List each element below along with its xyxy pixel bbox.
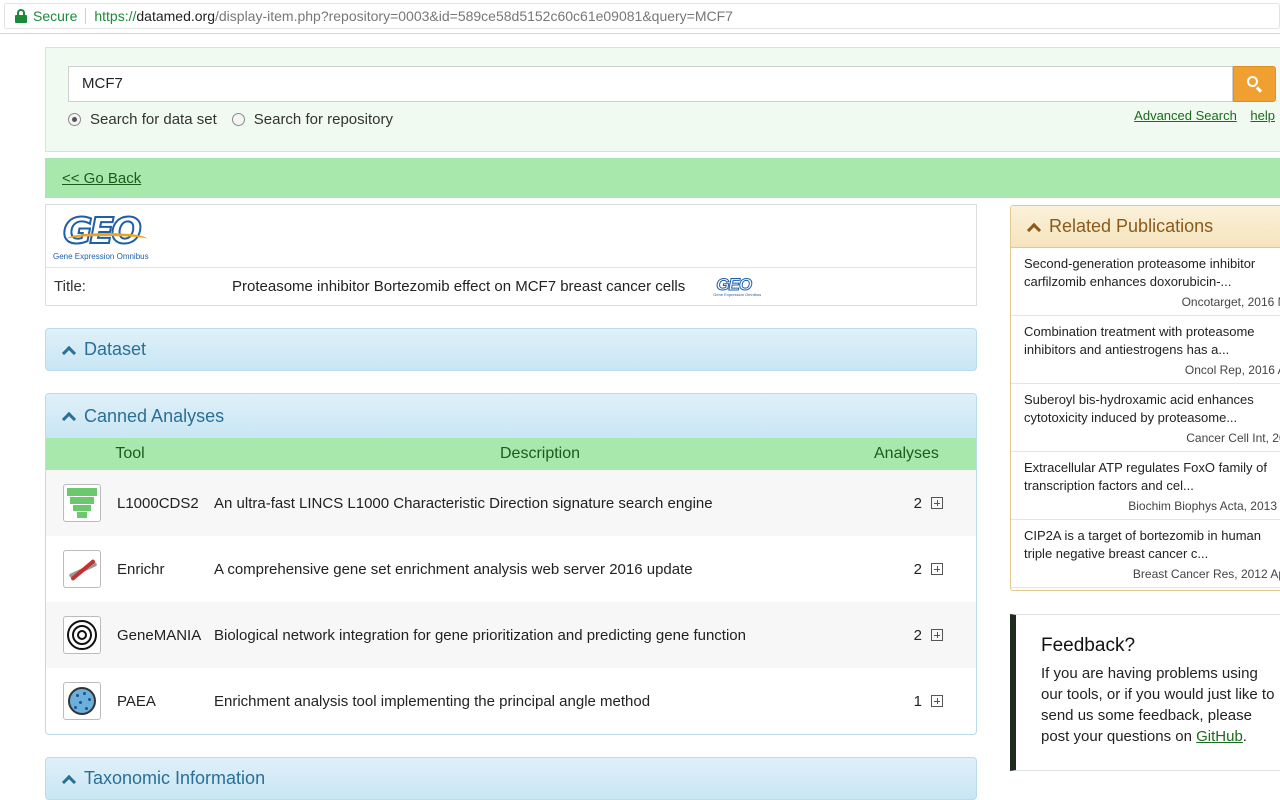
lock-icon — [15, 9, 27, 23]
analyses-count: 2 — [913, 560, 922, 578]
table-row: GeneMANIA Biological network integration… — [46, 602, 976, 668]
radio-dataset-label[interactable]: Search for data set — [90, 111, 217, 128]
related-publications-header[interactable]: Related Publications — [1011, 206, 1280, 248]
publication-meta: Breast Cancer Res, 2012 Apr 2 — [1132, 567, 1280, 581]
browser-address-bar: Secure https://datamed.org/display-item.… — [0, 0, 1280, 34]
l1000cds2-icon[interactable] — [63, 484, 101, 522]
section-dataset[interactable]: Dataset — [45, 328, 977, 371]
table-row: PAEA Enrichment analysis tool implementi… — [46, 668, 976, 734]
expand-plus-icon[interactable] — [931, 629, 943, 641]
publication-meta: Oncotarget, 2016 Nov — [1181, 295, 1280, 309]
section-dataset-title: Dataset — [84, 339, 147, 359]
table-header: Tool Description Analyses — [46, 438, 976, 470]
column-tool: Tool — [115, 445, 145, 462]
secure-label: Secure — [33, 8, 78, 24]
help-link[interactable]: help — [1250, 108, 1275, 123]
tool-name[interactable]: Enrichr — [101, 561, 214, 578]
radio-repository-label[interactable]: Search for repository — [254, 111, 393, 128]
column-analyses: Analyses — [874, 445, 939, 462]
go-back-bar: << Go Back — [45, 158, 1280, 198]
github-link[interactable]: GitHub — [1196, 728, 1243, 745]
url-path: /display-item.php?repository=0003&id=589… — [215, 8, 733, 24]
url-scheme: https:// — [94, 8, 137, 24]
tool-description: Biological network integration for gene … — [214, 626, 746, 644]
title-label: Title: — [54, 278, 86, 295]
chevron-up-icon — [61, 345, 77, 360]
related-publications-panel: Related Publications Second-generation p… — [1010, 205, 1280, 591]
tool-name[interactable]: L1000CDS2 — [101, 495, 214, 512]
url-host: datamed.org — [136, 8, 215, 24]
chevron-up-icon — [61, 411, 77, 427]
analyses-count: 2 — [913, 626, 922, 644]
publication-item[interactable]: Suberoyl bis-hydroxamic acid enhances cy… — [1011, 384, 1280, 452]
enrichr-icon[interactable] — [63, 550, 101, 588]
radio-repository[interactable] — [231, 113, 245, 126]
tool-description: A comprehensive gene set enrichment anal… — [214, 560, 693, 578]
genemania-icon[interactable] — [63, 616, 101, 654]
radio-dataset[interactable] — [68, 113, 81, 126]
search-icon — [1246, 76, 1263, 93]
go-back-link[interactable]: << Go Back — [62, 170, 141, 187]
tool-description: An ultra-fast LINCS L1000 Characteristic… — [214, 494, 713, 512]
publication-meta: Cancer Cell Int, 2014 — [1186, 431, 1280, 445]
section-canned-analyses: Canned Analyses Tool Description Analyse… — [45, 393, 977, 735]
publication-meta: Biochim Biophys Acta, 2013 Oct — [1128, 499, 1280, 513]
analyses-count: 2 — [913, 494, 922, 512]
publication-title[interactable]: Second-generation proteasome inhibitor c… — [1024, 255, 1274, 291]
publication-title[interactable]: Extracellular ATP regulates FoxO family … — [1024, 459, 1274, 495]
geo-logo-letters: GEO — [62, 210, 143, 253]
title-value: Proteasome inhibitor Bortezomib effect o… — [232, 278, 686, 295]
canned-analyses-header[interactable]: Canned Analyses — [46, 394, 976, 438]
publication-item[interactable]: CIP2A is a target of bortezomib in human… — [1011, 520, 1280, 588]
chevron-up-icon — [1026, 222, 1042, 237]
publication-title[interactable]: CIP2A is a target of bortezomib in human… — [1024, 527, 1274, 563]
table-row: Enrichr A comprehensive gene set enrichm… — [46, 536, 976, 602]
search-panel: MCF7 Search for data set Search for repo… — [45, 47, 1280, 152]
publication-title[interactable]: Combination treatment with proteasome in… — [1024, 323, 1274, 359]
search-button[interactable] — [1233, 66, 1276, 102]
title-row: Title: Proteasome inhibitor Bortezomib e… — [46, 267, 976, 305]
chevron-up-icon — [61, 774, 77, 789]
tool-description: Enrichment analysis tool implementing th… — [214, 692, 651, 710]
geo-mini-logo: GEO Gene Expression Omnibus — [713, 274, 762, 297]
search-input[interactable]: MCF7 — [68, 66, 1233, 102]
publication-item[interactable]: Extracellular ATP regulates FoxO family … — [1011, 452, 1280, 520]
tool-name[interactable]: PAEA — [101, 693, 214, 710]
canned-analyses-title: Canned Analyses — [84, 405, 225, 426]
advanced-search-link[interactable]: Advanced Search — [1134, 108, 1237, 123]
feedback-text: If you are having problems using our too… — [1041, 665, 1275, 745]
expand-plus-icon[interactable] — [931, 497, 943, 509]
geo-logo-subtitle: Gene Expression Omnibus — [53, 252, 149, 261]
publication-title[interactable]: Suberoyl bis-hydroxamic acid enhances cy… — [1024, 391, 1274, 427]
feedback-title: Feedback? — [1041, 635, 1136, 656]
tool-name[interactable]: GeneMANIA — [101, 627, 214, 644]
item-header-card: GEO Gene Expression Omnibus Title: Prote… — [45, 204, 977, 306]
url-field[interactable]: Secure https://datamed.org/display-item.… — [4, 3, 1280, 29]
geo-logo: GEO Gene Expression Omnibus — [53, 210, 159, 261]
section-taxonomic-title: Taxonomic Information — [84, 768, 266, 788]
table-row: L1000CDS2 An ultra-fast LINCS L1000 Char… — [46, 470, 976, 536]
related-publications-title: Related Publications — [1049, 216, 1214, 236]
section-taxonomic-information[interactable]: Taxonomic Information — [45, 757, 977, 800]
paea-icon[interactable] — [63, 682, 101, 720]
separator — [85, 8, 87, 24]
search-links: Advanced Search help — [1124, 108, 1275, 123]
publication-meta: Oncol Rep, 2016 Aug — [1184, 363, 1280, 377]
publication-item[interactable]: Combination treatment with proteasome in… — [1011, 316, 1280, 384]
expand-plus-icon[interactable] — [931, 563, 943, 575]
publication-item[interactable]: Second-generation proteasome inhibitor c… — [1011, 248, 1280, 316]
search-type-options: Search for data set Search for repositor… — [68, 111, 408, 128]
column-description: Description — [499, 445, 581, 462]
analyses-count: 1 — [913, 692, 922, 710]
expand-plus-icon[interactable] — [931, 695, 943, 707]
feedback-panel: Feedback? If you are having problems usi… — [1010, 614, 1280, 771]
